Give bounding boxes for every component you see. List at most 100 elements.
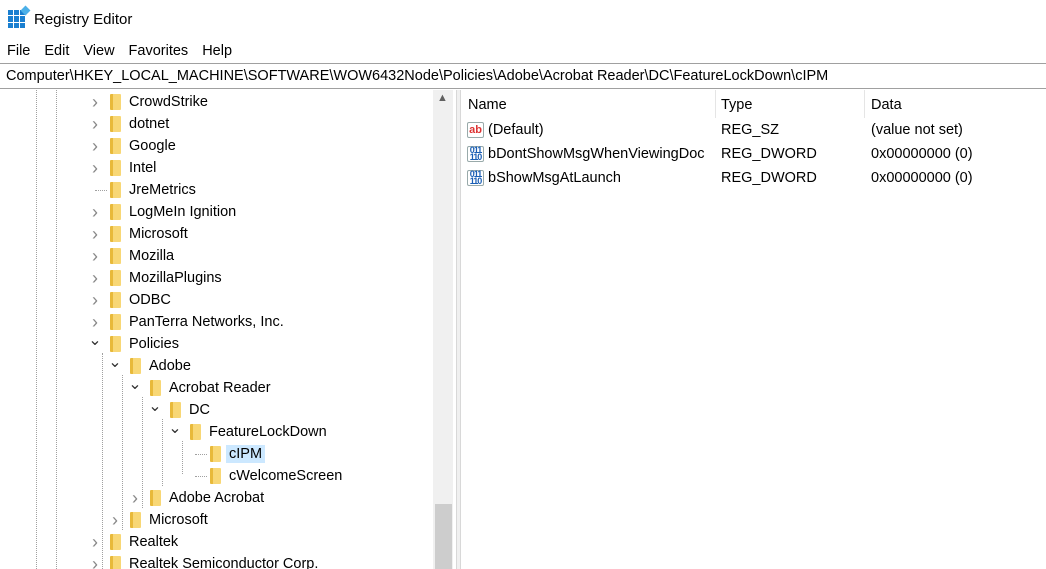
tree-item[interactable]: › Mozilla bbox=[88, 245, 177, 267]
column-header-name[interactable]: Name bbox=[468, 94, 507, 116]
tree-item[interactable]: › ODBC bbox=[88, 289, 174, 311]
chevron-down-icon[interactable]: ⌄ bbox=[168, 420, 182, 437]
chevron-right-icon[interactable]: › bbox=[88, 246, 102, 266]
tree-item-label: Google bbox=[129, 138, 176, 154]
tree-item[interactable]: › dotnet bbox=[88, 113, 172, 135]
tree-item[interactable]: cWelcomeScreen bbox=[188, 465, 345, 487]
chevron-right-icon[interactable]: › bbox=[88, 224, 102, 244]
menu-favorites[interactable]: Favorites bbox=[122, 40, 196, 62]
tree-item-label: Acrobat Reader bbox=[169, 380, 271, 396]
menu-view[interactable]: View bbox=[76, 40, 121, 62]
folder-icon bbox=[110, 556, 121, 569]
folder-icon bbox=[130, 512, 141, 528]
tree-item[interactable]: › CrowdStrike bbox=[88, 91, 211, 113]
chevron-right-icon[interactable]: › bbox=[88, 114, 102, 134]
tree-item[interactable]: › Microsoft bbox=[108, 509, 211, 531]
column-header-data[interactable]: Data bbox=[871, 94, 902, 116]
chevron-down-icon[interactable]: ⌄ bbox=[128, 376, 142, 393]
column-divider[interactable] bbox=[864, 90, 865, 118]
folder-icon bbox=[130, 358, 141, 374]
tree-item-label: Microsoft bbox=[129, 226, 188, 242]
folder-icon bbox=[110, 534, 121, 550]
folder-icon bbox=[190, 424, 201, 440]
tree-item-label: Adobe bbox=[149, 358, 191, 374]
value-row[interactable]: ab (Default) REG_SZ (value not set) bbox=[461, 118, 1046, 142]
tree-item-label: DC bbox=[189, 402, 210, 418]
menu-help[interactable]: Help bbox=[195, 40, 239, 62]
chevron-right-icon[interactable]: › bbox=[88, 136, 102, 156]
tree-item-label: cIPM bbox=[226, 445, 266, 463]
folder-icon bbox=[210, 446, 221, 462]
folder-icon bbox=[150, 490, 161, 506]
tree-item[interactable]: › Adobe Acrobat bbox=[128, 487, 267, 509]
value-name: bShowMsgAtLaunch bbox=[488, 170, 621, 186]
value-data: 0x00000000 (0) bbox=[871, 146, 973, 162]
tree-item[interactable]: › Microsoft bbox=[88, 223, 191, 245]
folder-icon bbox=[110, 160, 121, 176]
folder-icon bbox=[110, 270, 121, 286]
chevron-down-icon[interactable]: ⌄ bbox=[88, 332, 102, 349]
value-data: (value not set) bbox=[871, 122, 963, 138]
tree-guide-line bbox=[122, 375, 123, 530]
tree-item[interactable]: ⌄ Adobe bbox=[108, 354, 194, 377]
menu-edit[interactable]: Edit bbox=[37, 40, 76, 62]
tree-item[interactable]: › MozillaPlugins bbox=[88, 267, 225, 289]
binary-value-icon: 011 110 bbox=[467, 170, 484, 186]
menu-file[interactable]: File bbox=[0, 40, 37, 62]
folder-icon bbox=[110, 336, 121, 352]
chevron-down-icon[interactable]: ⌄ bbox=[108, 354, 122, 371]
tree-guide-line bbox=[162, 419, 163, 486]
value-data: 0x00000000 (0) bbox=[871, 170, 973, 186]
folder-icon bbox=[110, 226, 121, 242]
value-row[interactable]: 011 110 bShowMsgAtLaunch REG_DWORD 0x0000000… bbox=[461, 166, 1046, 190]
tree-item[interactable]: ⌄ Policies bbox=[88, 332, 182, 355]
window-title: Registry Editor bbox=[34, 10, 133, 28]
tree-item-label: Realtek bbox=[129, 534, 179, 550]
column-header-type[interactable]: Type bbox=[721, 94, 752, 116]
tree-item-label: PanTerra Networks, Inc. bbox=[129, 314, 284, 330]
tree-item[interactable]: › PanTerra Networks, Inc. bbox=[88, 311, 287, 333]
chevron-right-icon[interactable]: › bbox=[88, 554, 102, 569]
value-row[interactable]: 011 110 bDontShowMsgWhenViewingDoc REG_DWOR… bbox=[461, 142, 1046, 166]
folder-icon bbox=[110, 116, 121, 132]
chevron-right-icon[interactable]: › bbox=[108, 510, 122, 530]
folder-icon bbox=[110, 204, 121, 220]
chevron-right-icon[interactable]: › bbox=[88, 268, 102, 288]
value-name: (Default) bbox=[488, 122, 544, 138]
tree-item[interactable]: › Google bbox=[88, 135, 179, 157]
chevron-right-icon[interactable]: › bbox=[88, 290, 102, 310]
tree-scrollbar[interactable]: ▲ bbox=[433, 90, 453, 569]
value-type: REG_DWORD bbox=[721, 170, 817, 186]
tree-item-label: ODBC bbox=[129, 292, 171, 308]
chevron-right-icon[interactable]: › bbox=[88, 158, 102, 178]
chevron-right-icon[interactable]: › bbox=[88, 92, 102, 112]
tree-item[interactable]: › Intel bbox=[88, 157, 159, 179]
values-list: Name Type Data ab (Default) REG_SZ (value n… bbox=[461, 90, 1046, 569]
registry-editor-icon bbox=[8, 5, 31, 28]
chevron-right-icon[interactable]: › bbox=[88, 312, 102, 332]
value-type: REG_SZ bbox=[721, 122, 780, 138]
tree-item-label: cWelcomeScreen bbox=[229, 468, 343, 484]
scroll-thumb[interactable] bbox=[435, 504, 452, 569]
folder-icon bbox=[210, 468, 221, 484]
address-bar[interactable]: Computer\HKEY_LOCAL_MACHINE\SOFTWARE\WOW… bbox=[0, 63, 1046, 89]
chevron-right-icon[interactable]: › bbox=[88, 532, 102, 552]
tree-item-label: Intel bbox=[129, 160, 157, 176]
value-type: REG_DWORD bbox=[721, 146, 817, 162]
chevron-right-icon[interactable]: › bbox=[88, 202, 102, 222]
tree-item[interactable]: ⌄ FeatureLockDown bbox=[168, 420, 330, 443]
tree-connector bbox=[95, 190, 107, 191]
tree-connector bbox=[195, 476, 207, 477]
tree-item-label: Microsoft bbox=[149, 512, 208, 528]
tree-item[interactable]: › LogMeIn Ignition bbox=[88, 201, 239, 223]
tree-item-label: JreMetrics bbox=[129, 182, 196, 198]
column-divider[interactable] bbox=[715, 90, 716, 118]
folder-icon bbox=[110, 94, 121, 110]
chevron-right-icon[interactable]: › bbox=[128, 488, 142, 508]
scroll-up-icon[interactable]: ▲ bbox=[437, 92, 448, 104]
chevron-down-icon[interactable]: ⌄ bbox=[148, 398, 162, 415]
tree-item-label: dotnet bbox=[129, 116, 170, 132]
tree-item[interactable]: › Realtek Semiconductor Corp. bbox=[88, 553, 321, 569]
folder-icon bbox=[110, 314, 121, 330]
tree-item-label: MozillaPlugins bbox=[129, 270, 222, 286]
